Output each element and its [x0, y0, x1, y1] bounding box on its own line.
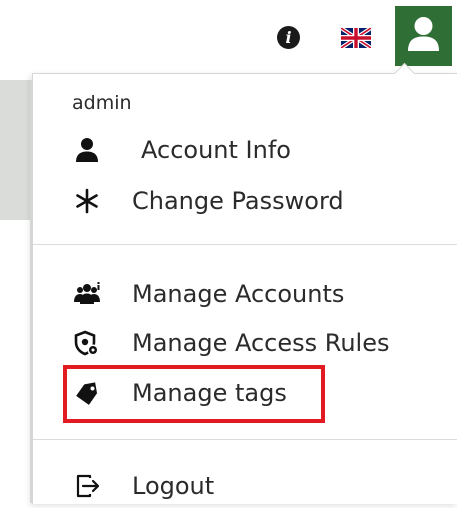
- menu-divider: [33, 244, 457, 245]
- highlight-box: [63, 365, 325, 423]
- username-label: admin: [72, 92, 132, 114]
- page-backdrop: [0, 80, 30, 220]
- info-icon[interactable]: i: [277, 26, 300, 49]
- menu-item-label: Account Info: [141, 136, 291, 164]
- uk-flag-icon[interactable]: [339, 26, 373, 50]
- asterisk-icon: [76, 188, 98, 214]
- user-icon: [408, 17, 439, 51]
- menu-item-label: Manage Accounts: [132, 280, 345, 308]
- menu-item-change-password[interactable]: Change Password: [33, 179, 457, 223]
- menu-item-label: Change Password: [132, 187, 344, 215]
- logout-icon: [76, 474, 100, 498]
- menu-item-logout[interactable]: Logout: [33, 464, 457, 508]
- menu-item-label: Manage Access Rules: [132, 329, 390, 357]
- menu-item-manage-access-rules[interactable]: Manage Access Rules: [33, 321, 457, 365]
- menu-divider: [33, 439, 457, 440]
- menu-item-label: Logout: [132, 472, 215, 500]
- user-menu-button[interactable]: [395, 6, 452, 66]
- menu-item-account-info[interactable]: Account Info: [33, 128, 457, 172]
- user-dropdown-menu: admin Account Info Change Password Manag…: [32, 73, 457, 504]
- users-icon: [74, 282, 100, 304]
- menu-item-manage-accounts[interactable]: Manage Accounts: [33, 272, 457, 316]
- top-bar: i: [0, 0, 457, 68]
- user-icon: [76, 138, 98, 162]
- shield-gear-icon: [74, 330, 99, 356]
